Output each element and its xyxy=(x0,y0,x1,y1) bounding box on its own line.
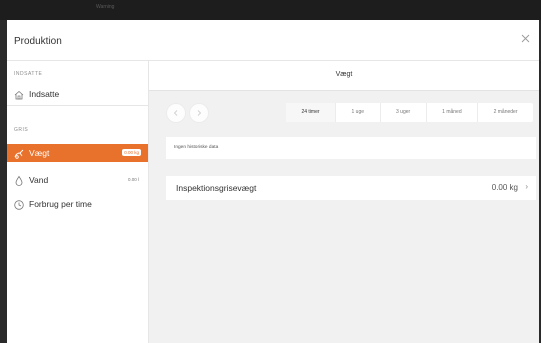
system-topbar: Warning xyxy=(0,0,541,20)
prev-button[interactable] xyxy=(166,103,186,123)
page-title: Vægt xyxy=(335,71,353,78)
inspection-label: Inspektionsgrisevægt xyxy=(176,183,257,193)
inspection-row[interactable]: Inspektionsgrisevægt 0.00 kg › xyxy=(166,176,536,200)
left-window-edge xyxy=(0,20,7,343)
status-badge: 0.00 kg xyxy=(122,149,141,156)
inspection-value: 0.00 kg xyxy=(491,183,518,192)
sidebar-item-forbrug-per-time[interactable]: Forbrug per time xyxy=(7,195,148,213)
time-range-tabs: 24 timer 1 uge 3 uger 1 måned 2 måneder xyxy=(286,103,533,122)
dialog-title: Produktion xyxy=(14,36,62,47)
sidebar-item-label: Indsatte xyxy=(29,89,60,99)
status-badge: 0.00 l xyxy=(127,177,139,182)
water-drop-icon xyxy=(13,174,25,186)
sidebar-item-vand[interactable]: Vand 0.00 l xyxy=(7,171,148,189)
dialog-header: Produktion xyxy=(7,20,539,61)
chevron-right-icon xyxy=(197,110,202,116)
sidebar-item-label: Forbrug per time xyxy=(29,199,92,209)
tab-1-maaned[interactable]: 1 måned xyxy=(425,103,477,122)
sidebar-item-label: Vægt xyxy=(29,148,50,158)
clock-icon xyxy=(13,198,25,210)
topbar-ghost-text: Warning xyxy=(96,4,115,10)
chevron-right-icon: › xyxy=(525,182,528,191)
sidebar-item-label: Vand xyxy=(29,175,49,185)
tab-2-maaneder[interactable]: 2 måneder xyxy=(477,103,533,122)
main-panel: Vægt 24 timer 1 uge 3 uger 1 måned 2 mån… xyxy=(149,61,539,343)
main-header: Vægt xyxy=(149,61,539,91)
home-icon xyxy=(13,88,25,100)
sidebar-item-indsatte[interactable]: Indsatte xyxy=(7,85,148,103)
no-data-text: Ingen historiske data xyxy=(174,145,219,150)
sidebar-item-vaegt[interactable]: Vægt 0.00 kg xyxy=(7,144,148,162)
chevron-left-icon xyxy=(173,110,178,116)
sidebar-divider xyxy=(7,105,148,106)
tab-1-uge[interactable]: 1 uge xyxy=(335,103,379,122)
next-button[interactable] xyxy=(189,103,209,123)
weight-icon xyxy=(13,147,25,159)
tab-3-uger[interactable]: 3 uger xyxy=(379,103,426,122)
sidebar-section-gris: GRIS xyxy=(14,127,29,133)
close-icon[interactable] xyxy=(521,32,530,45)
sidebar: INDSATTE Indsatte GRIS Vægt 0.00 kg Vand… xyxy=(7,61,149,343)
sidebar-section-indsatte: INDSATTE xyxy=(14,71,43,77)
tab-24-timer[interactable]: 24 timer xyxy=(286,103,336,122)
no-data-card: Ingen historiske data xyxy=(166,137,536,159)
